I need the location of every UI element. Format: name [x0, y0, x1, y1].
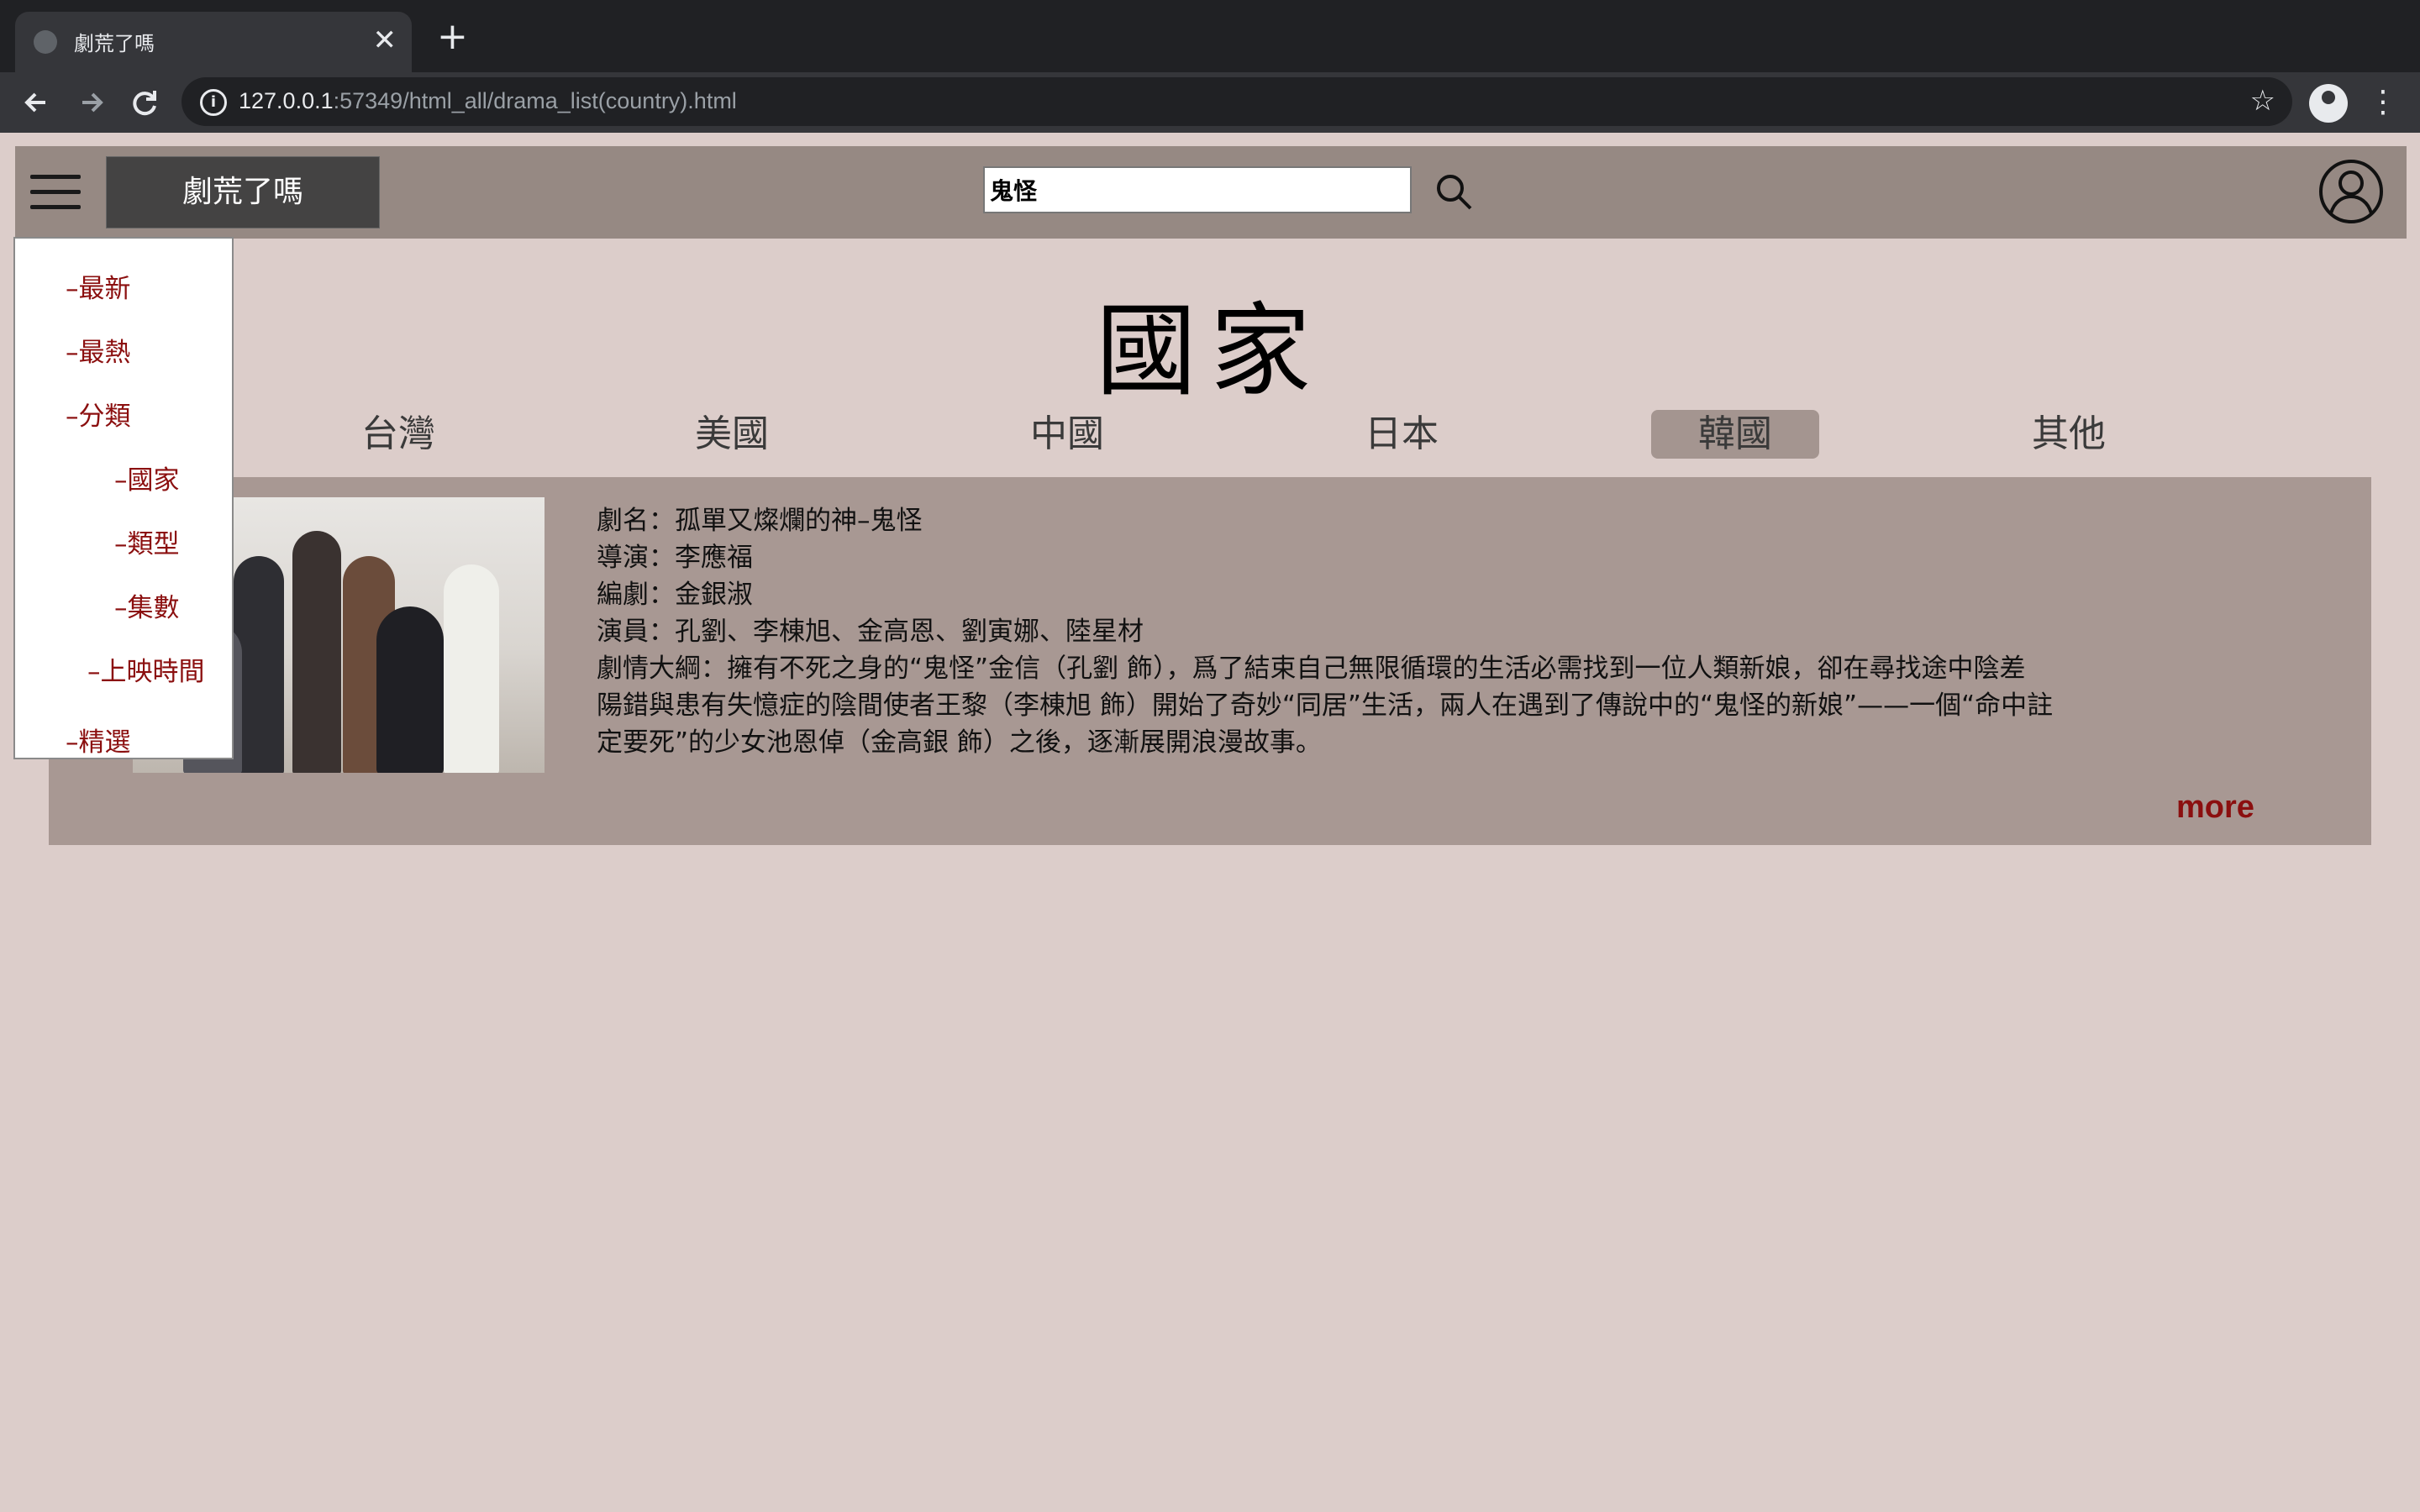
tab-korea[interactable]: 韓國 [1651, 410, 1819, 459]
menu-item-hottest[interactable]: –最熱 [66, 331, 131, 369]
menu-item-episodes[interactable]: –集數 [114, 586, 180, 624]
new-tab-button[interactable]: + [437, 18, 468, 55]
menu-dots-icon[interactable]: ⋮ [2368, 82, 2398, 123]
menu-item-country[interactable]: –國家 [114, 459, 180, 496]
star-icon[interactable]: ☆ [2250, 84, 2275, 118]
user-account-icon[interactable] [2317, 158, 2385, 225]
tab-china[interactable]: 中國 [983, 410, 1151, 459]
drama-card: 劇名：孤單又燦爛的神–鬼怪 導演：李應福 編劇：金銀淑 演員：孔劉、李棟旭、金高… [49, 477, 2371, 845]
site-header: 劇荒了嗎 [15, 146, 2407, 239]
tab-other[interactable]: 其他 [1985, 410, 2153, 459]
profile-icon[interactable] [2309, 84, 2348, 123]
reload-icon[interactable] [124, 82, 165, 123]
drama-info: 劇名：孤單又燦爛的神–鬼怪 導演：李應福 編劇：金銀淑 演員：孔劉、李棟旭、金高… [597, 502, 2193, 761]
drama-name: 劇名：孤單又燦爛的神–鬼怪 [597, 506, 923, 536]
tab-taiwan[interactable]: 台灣 [314, 410, 482, 459]
back-icon[interactable] [17, 82, 57, 123]
menu-item-airtime[interactable]: –上映時間 [87, 650, 205, 688]
site-logo[interactable]: 劇荒了嗎 [106, 156, 380, 228]
more-link[interactable]: more [2176, 790, 2254, 826]
page-title: 國家 [1096, 293, 1324, 410]
browser-toolbar: i 127.0.0.1:57349/html_all/drama_list(co… [0, 72, 2420, 133]
browser-tab[interactable]: 劇荒了嗎 ✕ [15, 12, 412, 72]
menu-item-featured[interactable]: –精選 [66, 721, 131, 759]
forward-icon[interactable] [71, 82, 111, 123]
address-bar[interactable]: i 127.0.0.1:57349/html_all/drama_list(co… [182, 77, 2292, 126]
tab-japan[interactable]: 日本 [1318, 410, 1486, 459]
tab-close-icon[interactable]: ✕ [373, 24, 397, 57]
hamburger-menu-icon[interactable] [30, 171, 81, 213]
globe-icon [34, 30, 57, 54]
menu-item-latest[interactable]: –最新 [66, 267, 131, 305]
drama-cast: 演員：孔劉、李棟旭、金高恩、劉寅娜、陸星材 [597, 617, 1144, 647]
url-host: 127.0.0.1 [239, 88, 334, 113]
menu-item-genre[interactable]: –類型 [114, 522, 180, 560]
menu-item-category[interactable]: –分類 [66, 395, 131, 433]
browser-tab-bar: 劇荒了嗎 ✕ + [0, 0, 2420, 72]
drama-synopsis-line-3: 定要死”的少女池恩倬（金高銀 飾）之後，逐漸展開浪漫故事。 [597, 727, 1322, 758]
url-path: :57349/html_all/drama_list(country).html [333, 88, 737, 113]
info-icon[interactable]: i [200, 89, 227, 116]
drama-director: 導演：李應福 [597, 543, 753, 573]
drama-synopsis-line-2: 陽錯與患有失憶症的陰間使者王黎（李棟旭 飾）開始了奇妙“同居”生活，兩人在遇到了… [597, 690, 2054, 721]
url-text[interactable]: 127.0.0.1:57349/html_all/drama_list(coun… [239, 88, 737, 114]
drama-synopsis-line-1: 劇情大綱：擁有不死之身的“鬼怪”金信（孔劉 飾），爲了結束自己無限循環的生活必需… [597, 654, 2026, 684]
drama-writer: 編劇：金銀淑 [597, 580, 753, 610]
side-menu: –最新 –最熱 –分類 –國家 –類型 –集數 –上映時間 –精選 [13, 237, 234, 759]
tab-title: 劇荒了嗎 [74, 33, 155, 55]
search-icon[interactable] [1434, 171, 1476, 213]
tab-usa[interactable]: 美國 [648, 410, 816, 459]
search-input[interactable] [983, 166, 1412, 213]
